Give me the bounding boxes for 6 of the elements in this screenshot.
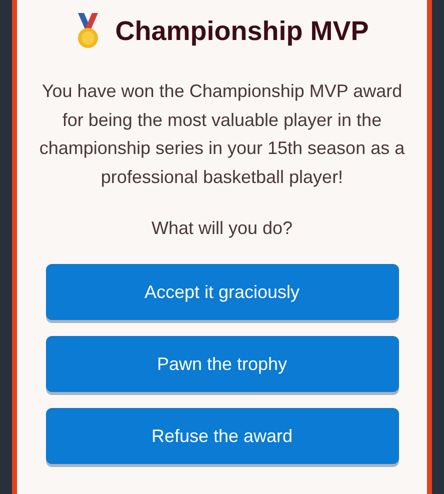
choice-button[interactable]: Pawn the trophy	[46, 336, 398, 392]
choice-button[interactable]: Accept it graciously	[46, 264, 398, 320]
prompt-text: What will you do?	[151, 217, 293, 240]
choice-button[interactable]: Refuse the award	[46, 408, 398, 464]
dialog-title: Championship MVP	[115, 15, 369, 48]
award-message: You have won the Championship MVP award for being the most valuable player in the championship series in your 15th season as a professional basketball player!	[38, 80, 406, 189]
